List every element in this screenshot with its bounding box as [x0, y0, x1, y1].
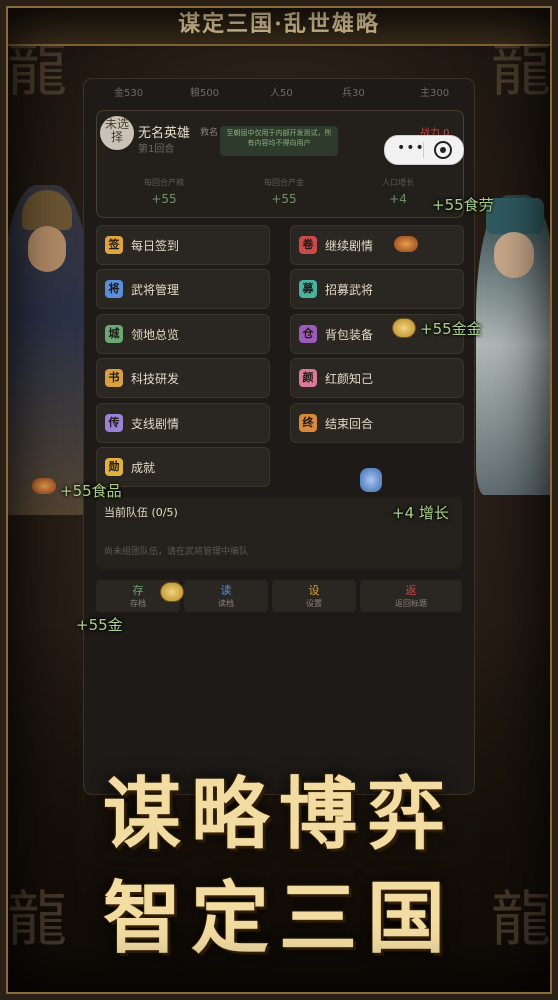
resource-troops: 兵30: [342, 88, 365, 99]
stat-gold-value: +55: [271, 192, 297, 206]
stat-grain-label: 每回合产粮: [144, 178, 184, 187]
miniprogram-capsule[interactable]: •••: [384, 135, 464, 165]
button-label: 红颜知己: [325, 372, 374, 386]
button-label: 招募武将: [325, 283, 374, 297]
return-icon: 返: [405, 584, 417, 597]
button-label: 科技研发: [131, 372, 180, 386]
float-gold-right: +55金金: [420, 320, 482, 338]
strategist-face-right: [494, 232, 534, 278]
return-label: 返回标题: [395, 599, 427, 608]
team-title: 当前队伍 (0/5): [104, 506, 178, 519]
float-growth: +4 增长: [392, 504, 449, 522]
resource-people: 人50: [270, 88, 293, 99]
scroll-icon: 卷: [299, 236, 317, 254]
return-title-button[interactable]: 返 返回标题: [360, 580, 462, 612]
stat-population-label: 人口增长: [382, 178, 414, 187]
achievements-button[interactable]: 勋 成就: [96, 447, 270, 487]
button-label: 武将管理: [131, 283, 180, 297]
checkin-icon: 签: [105, 236, 123, 254]
button-label: 支线剧情: [131, 417, 180, 431]
faction-tag: 救名: [200, 128, 219, 138]
recruit-icon: 募: [299, 280, 317, 298]
button-label: 领地总览: [131, 328, 180, 342]
medal-icon: 勋: [105, 458, 123, 476]
resource-bar: 金530 粮500 人50 兵30 主300: [84, 84, 474, 104]
turn-counter: 第1回合: [138, 144, 175, 155]
general-management-button[interactable]: 将 武将管理: [96, 269, 270, 309]
avatar[interactable]: 未选择: [100, 116, 134, 150]
resource-lord: 主300: [420, 88, 450, 99]
strategist-hat-right: [486, 198, 544, 234]
city-icon: 城: [105, 325, 123, 343]
more-dots-icon[interactable]: •••: [397, 140, 425, 156]
people-icon: [360, 468, 382, 492]
territory-overview-button[interactable]: 城 领地总览: [96, 314, 270, 354]
daily-checkin-button[interactable]: 签 每日签到: [96, 225, 270, 265]
book-icon: 书: [105, 369, 123, 387]
continue-story-button[interactable]: 卷 继续剧情: [290, 225, 464, 265]
end-icon: 终: [299, 414, 317, 432]
button-label: 继续剧情: [325, 239, 374, 253]
stat-gold-label: 每回合产金: [264, 178, 304, 187]
side-story-button[interactable]: 传 支线剧情: [96, 403, 270, 443]
divider: [423, 142, 424, 158]
team-empty-hint: 尚未组团队伍，请在武将管理中编队: [104, 547, 249, 557]
settings-icon: 设: [308, 584, 320, 597]
resource-gold: 金530: [114, 88, 144, 99]
resource-grain: 粮500: [190, 88, 220, 99]
end-turn-button[interactable]: 终 结束回合: [290, 403, 464, 443]
general-icon: 将: [105, 280, 123, 298]
button-label: 背包装备: [325, 328, 374, 342]
slogan-line-2: 智定三国: [102, 873, 455, 964]
warrior-face-left: [28, 226, 66, 272]
hero-name: 无名英雄: [138, 126, 191, 141]
gold-coin-icon: [392, 318, 416, 338]
story-icon: 传: [105, 414, 123, 432]
gold-coin-icon: [160, 582, 184, 602]
button-label: 结束回合: [325, 417, 374, 431]
slogan-line-1: 谋略博弈: [102, 769, 455, 860]
stat-grain-value: +55: [151, 192, 177, 206]
dev-notice-banner: 至朝屈中仅用于内部开发测试，所有内容均不得向用户: [220, 126, 338, 156]
load-label: 读档: [218, 599, 234, 608]
confidante-button[interactable]: 颜 红颜知己: [290, 358, 464, 398]
float-food-top: +55食劳: [432, 196, 494, 214]
food-icon: [394, 236, 418, 252]
button-label: 每日签到: [131, 239, 180, 253]
float-food-left: +55食品: [60, 482, 122, 500]
recruit-general-button[interactable]: 募 招募武将: [290, 269, 464, 309]
backpack-icon: 仓: [299, 325, 317, 343]
tech-research-button[interactable]: 书 科技研发: [96, 358, 270, 398]
load-icon: 读: [220, 584, 232, 597]
float-gold-left: +55金: [76, 616, 123, 634]
heart-icon: 颜: [299, 369, 317, 387]
close-circle-dot: [440, 147, 446, 153]
food-icon: [32, 478, 56, 494]
load-button[interactable]: 读 读档: [184, 580, 268, 612]
settings-button[interactable]: 设 设置: [272, 580, 356, 612]
settings-label: 设置: [306, 599, 322, 608]
button-label: 成就: [131, 461, 156, 475]
banner-title: 谋定三国·乱世雄略: [178, 11, 380, 37]
